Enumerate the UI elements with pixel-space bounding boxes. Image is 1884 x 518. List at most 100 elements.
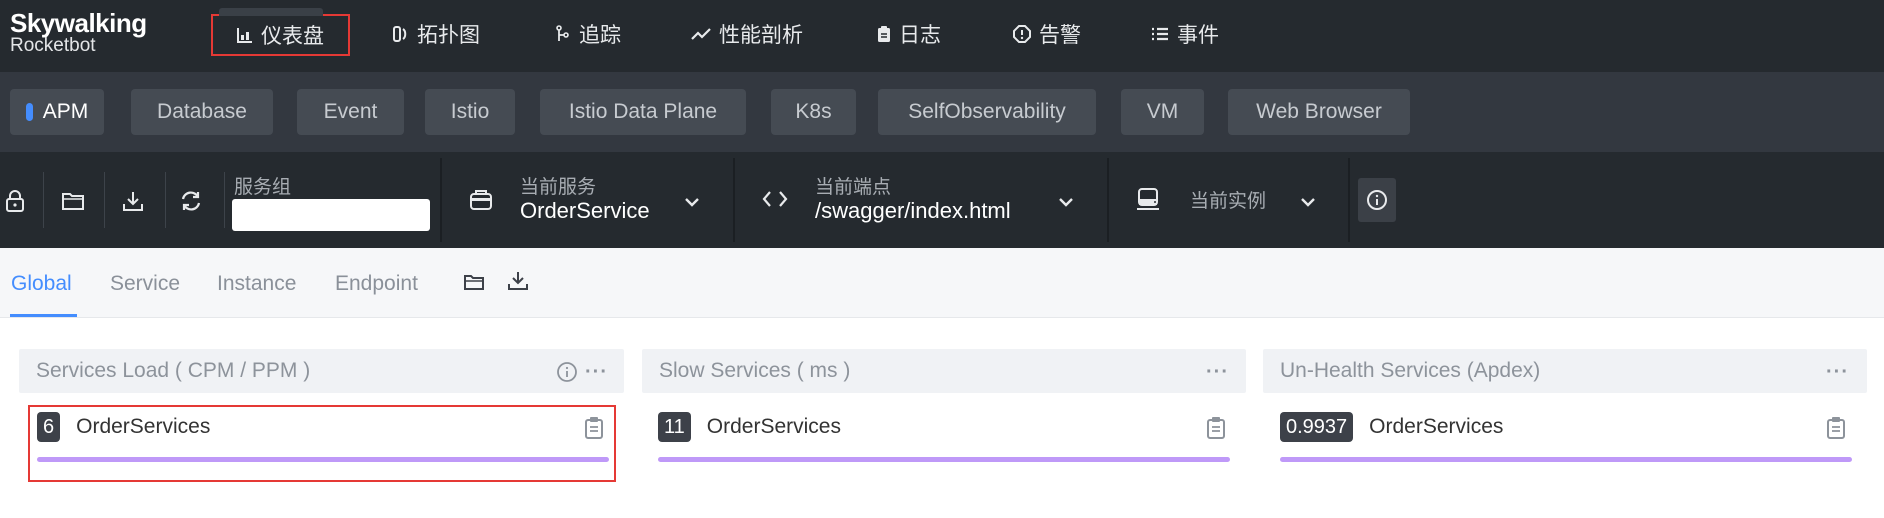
refresh-button[interactable]	[176, 186, 206, 216]
dashboard-tabs: Global Service Instance Endpoint	[0, 248, 1884, 318]
logo-subname: Rocketbot	[10, 35, 96, 56]
copy-clipboard-icon[interactable]	[1826, 416, 1846, 440]
divider	[733, 158, 735, 242]
layer-tab-selfobservability[interactable]: SelfObservability	[878, 89, 1096, 135]
tab-endpoint[interactable]: Endpoint	[335, 272, 418, 296]
layer-label: SelfObservability	[908, 100, 1066, 123]
highlight-box	[28, 405, 616, 482]
nav-item-events[interactable]: 事件	[1151, 14, 1219, 54]
logo-name: Skywalking	[10, 8, 147, 38]
chevron-down-icon[interactable]	[684, 196, 700, 208]
layer-label: K8s	[795, 100, 832, 123]
list-item[interactable]: 11 OrderServices	[658, 412, 841, 442]
copy-clipboard-icon[interactable]	[1206, 416, 1226, 440]
top-navigation: Skywalking Rocketbot 仪表盘 拓扑图 追踪 性能剖析 日志 …	[0, 0, 1884, 72]
layer-label: VM	[1146, 100, 1179, 123]
layer-label: Event	[323, 100, 378, 123]
metric-bar	[1280, 457, 1852, 462]
topology-icon	[393, 26, 407, 42]
nav-item-label: 事件	[1177, 24, 1219, 47]
nav-item-label: 性能剖析	[719, 24, 803, 47]
lock-button[interactable]	[0, 186, 30, 216]
info-button[interactable]	[1358, 178, 1396, 222]
layer-label: APM	[42, 100, 89, 123]
info-icon	[1367, 190, 1387, 210]
layer-label: Istio	[450, 100, 490, 123]
divider	[43, 172, 44, 228]
nav-item-label: 追踪	[579, 24, 621, 47]
divider	[224, 172, 225, 228]
panel-title: Slow Services ( ms )	[659, 359, 851, 382]
endpoint-icon-box	[760, 184, 790, 214]
layer-label: Web Browser	[1256, 100, 1382, 123]
download-icon[interactable]	[507, 270, 529, 292]
metric-value-badge: 0.9937	[1280, 412, 1354, 442]
service-name: OrderServices	[706, 415, 841, 438]
service-toolbar: 服务组 当前服务 OrderService 当前端点 /swagger/inde…	[0, 152, 1884, 248]
nav-item-dashboard[interactable]: 仪表盘	[211, 8, 350, 56]
layer-tab-web-browser[interactable]: Web Browser	[1228, 89, 1410, 135]
service-name: OrderServices	[1369, 415, 1504, 438]
list-item[interactable]: 0.9937 OrderServices	[1280, 412, 1503, 442]
panel-title: Un-Health Services (Apdex)	[1280, 359, 1541, 382]
chevron-down-icon[interactable]	[1300, 196, 1316, 208]
info-icon[interactable]	[556, 361, 578, 383]
server-icon	[1137, 188, 1159, 210]
layer-tab-k8s[interactable]: K8s	[771, 89, 856, 135]
more-options-icon[interactable]: ···	[1826, 361, 1849, 384]
nav-item-topology[interactable]: 拓扑图	[393, 14, 480, 54]
layer-bar: APM Database Event Istio Istio Data Plan…	[0, 72, 1884, 152]
layer-tab-event[interactable]: Event	[297, 89, 404, 135]
instance-icon-box	[1134, 184, 1164, 214]
more-options-icon[interactable]: ···	[1206, 361, 1229, 384]
open-folder-button[interactable]	[58, 186, 88, 216]
chevron-down-icon[interactable]	[1058, 196, 1074, 208]
refresh-icon	[181, 191, 201, 211]
current-instance-label: 当前实例	[1190, 191, 1267, 212]
nav-item-profiling[interactable]: 性能剖析	[691, 14, 803, 54]
metric-bar	[658, 457, 1230, 462]
panel-header-services-load: Services Load ( CPM / PPM ) ···	[19, 349, 624, 393]
folder-icon[interactable]	[463, 272, 485, 292]
layer-tab-apm[interactable]: APM	[10, 89, 104, 135]
service-icon-box	[466, 184, 496, 214]
layer-tab-vm[interactable]: VM	[1121, 89, 1204, 135]
nav-item-label: 拓扑图	[417, 24, 480, 47]
panel-header-slow-services: Slow Services ( ms ) ···	[642, 349, 1246, 393]
lock-icon	[6, 190, 24, 212]
more-options-icon[interactable]: ···	[585, 361, 608, 384]
current-service-label: 当前服务	[520, 177, 597, 198]
layer-tab-database[interactable]: Database	[131, 89, 273, 135]
layer-tab-istio[interactable]: Istio	[425, 89, 515, 135]
service-icon	[470, 190, 492, 210]
download-button[interactable]	[118, 186, 148, 216]
panel-title: Services Load ( CPM / PPM )	[36, 359, 311, 382]
service-group-label: 服务组	[234, 177, 292, 198]
service-group-input[interactable]	[232, 199, 430, 231]
code-icon	[762, 191, 788, 207]
nav-item-logs[interactable]: 日志	[877, 14, 941, 54]
current-endpoint-label: 当前端点	[815, 177, 892, 198]
current-service-value: OrderService	[520, 198, 650, 223]
active-tab-underline	[10, 314, 77, 317]
download-icon	[123, 192, 143, 211]
tab-global[interactable]: Global	[11, 272, 72, 296]
layer-label: Database	[157, 100, 247, 123]
trend-line-icon	[691, 28, 711, 40]
current-endpoint-value: /swagger/index.html	[815, 198, 1011, 223]
folder-icon	[62, 193, 84, 210]
layer-tab-istio-data-plane[interactable]: Istio Data Plane	[540, 89, 746, 135]
divider	[440, 158, 442, 242]
layer-label: Istio Data Plane	[568, 100, 718, 123]
tab-instance[interactable]: Instance	[217, 272, 296, 296]
active-indicator	[25, 103, 33, 121]
logo[interactable]: Skywalking Rocketbot	[10, 8, 147, 56]
nav-item-alarm[interactable]: 告警	[1013, 14, 1081, 54]
nav-item-trace[interactable]: 追踪	[555, 14, 621, 54]
divider	[165, 172, 166, 228]
tab-service[interactable]: Service	[110, 272, 180, 296]
panel-header-unhealth-services: Un-Health Services (Apdex) ···	[1263, 349, 1867, 393]
divider	[1107, 158, 1109, 242]
alert-octagon-icon	[1013, 25, 1031, 43]
metric-value-badge: 11	[658, 412, 691, 442]
